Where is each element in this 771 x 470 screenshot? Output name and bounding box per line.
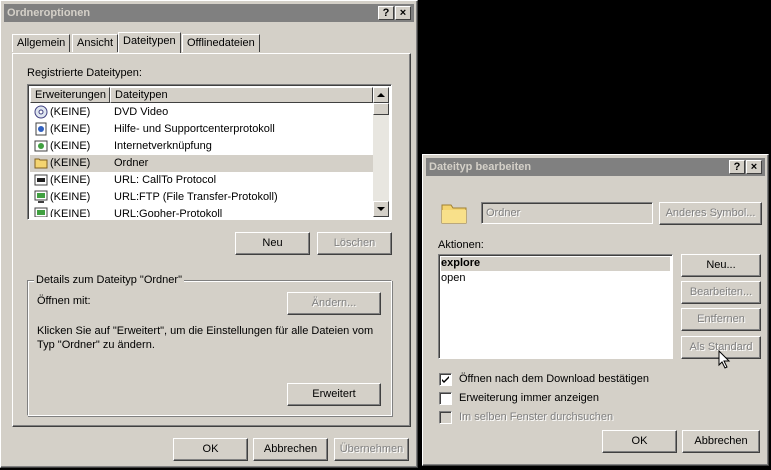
details-title: Details zum Dateityp "Ordner" <box>34 274 184 286</box>
list-item[interactable]: (KEINE) URL:FTP (File Transfer-Protokoll… <box>30 189 373 206</box>
remove-action-button[interactable]: Entfernen <box>681 308 761 331</box>
help-button[interactable]: ? <box>729 160 745 174</box>
tab-page: Registrierte Dateitypen: Erweiterungen D… <box>12 53 411 427</box>
tab-ansicht[interactable]: Ansicht <box>72 34 119 52</box>
confirm-download-checkbox[interactable] <box>439 373 452 386</box>
arrow-down-icon <box>377 207 385 211</box>
edit-action-button[interactable]: Bearbeiten... <box>681 281 761 304</box>
list-scrollbar[interactable] <box>373 87 389 217</box>
confirm-download-label[interactable]: Öffnen nach dem Download bestätigen <box>459 373 649 385</box>
type-name-field[interactable]: Ordner <box>481 202 653 224</box>
advanced-button[interactable]: Erweitert <box>287 383 381 406</box>
checkmark-icon <box>442 376 449 383</box>
close-button[interactable]: × <box>746 160 762 174</box>
change-button[interactable]: Ändern... <box>287 292 381 315</box>
tab-allgemein[interactable]: Allgemein <box>12 34 71 52</box>
help-button[interactable]: ? <box>378 6 394 20</box>
info-text-line2: Typ "Ordner" zu ändern. <box>37 339 155 351</box>
list-item[interactable]: open <box>441 272 670 286</box>
open-with-label: Öffnen mit: <box>37 295 91 307</box>
document-icon <box>35 122 47 136</box>
dvd-icon <box>34 105 48 119</box>
always-show-extension-label[interactable]: Erweiterung immer anzeigen <box>459 392 599 404</box>
change-icon-button[interactable]: Anderes Symbol... <box>659 202 762 225</box>
actions-list[interactable]: explore open <box>438 254 673 359</box>
folder-icon <box>441 204 467 224</box>
apply-button[interactable]: Übernehmen <box>334 438 409 461</box>
globe-icon <box>34 140 48 152</box>
dialog-title: Dateityp bearbeiten <box>429 161 532 173</box>
edit-file-type-dialog: Dateityp bearbeiten ? × Ordner Anderes S… <box>422 154 769 466</box>
arrow-up-icon <box>377 93 385 97</box>
same-window-label[interactable]: Im selben Fenster durchsuchen <box>459 411 613 423</box>
mouse-cursor-icon <box>718 350 731 369</box>
scroll-up-button[interactable] <box>373 87 389 103</box>
close-button[interactable]: × <box>395 6 411 20</box>
list-item[interactable]: (KEINE) Hilfe- und Supportcenterprotokol… <box>30 121 373 138</box>
network-icon <box>34 190 48 203</box>
file-types-list[interactable]: Erweiterungen Dateitypen (KEINE) DVD Vid… <box>27 84 392 220</box>
phone-icon <box>34 174 48 186</box>
window-title: Ordneroptionen <box>7 7 91 19</box>
folder-options-window: Ordneroptionen ? × Allgemein Ansicht Dat… <box>0 0 418 468</box>
info-text-line1: Klicken Sie auf "Erweitert", um die Eins… <box>37 325 374 337</box>
list-item[interactable]: (KEINE) Internetverknüpfung <box>30 138 373 155</box>
cancel-button[interactable]: Abbrechen <box>253 438 328 461</box>
folder-options-titlebar[interactable]: Ordneroptionen ? × <box>4 4 414 22</box>
delete-type-button[interactable]: Löschen <box>317 232 392 255</box>
dialog-ok-button[interactable]: OK <box>602 430 677 453</box>
tab-offlinedateien[interactable]: Offlinedateien <box>182 34 260 52</box>
folder-icon <box>34 158 48 169</box>
new-action-button[interactable]: Neu... <box>681 254 761 277</box>
dialog-cancel-button[interactable]: Abbrechen <box>682 430 760 453</box>
tab-strip: Allgemein Ansicht Dateitypen Offlinedate… <box>12 32 412 54</box>
actions-label: Aktionen: <box>438 239 484 251</box>
same-window-checkbox[interactable] <box>439 411 452 424</box>
list-header: Erweiterungen Dateitypen <box>30 87 373 103</box>
list-item[interactable]: (KEINE) URL: CallTo Protocol <box>30 172 373 189</box>
list-item[interactable]: (KEINE) Ordner <box>30 155 373 172</box>
always-show-extension-checkbox[interactable] <box>439 392 452 405</box>
scroll-thumb[interactable] <box>373 103 389 115</box>
list-item[interactable]: (KEINE) DVD Video <box>30 104 373 121</box>
list-item[interactable]: explore <box>441 257 670 271</box>
column-header-types[interactable]: Dateitypen <box>110 87 373 103</box>
ok-button[interactable]: OK <box>173 438 248 461</box>
column-header-extensions[interactable]: Erweiterungen <box>30 87 110 103</box>
registered-types-label: Registrierte Dateitypen: <box>27 67 142 79</box>
list-item[interactable]: (KEINE) URL:Gopher-Protokoll <box>30 206 373 217</box>
new-type-button[interactable]: Neu <box>235 232 310 255</box>
network-icon <box>34 207 48 217</box>
scroll-down-button[interactable] <box>373 201 389 217</box>
edit-dialog-titlebar[interactable]: Dateityp bearbeiten ? × <box>426 158 765 176</box>
tab-dateitypen[interactable]: Dateitypen <box>118 32 181 53</box>
